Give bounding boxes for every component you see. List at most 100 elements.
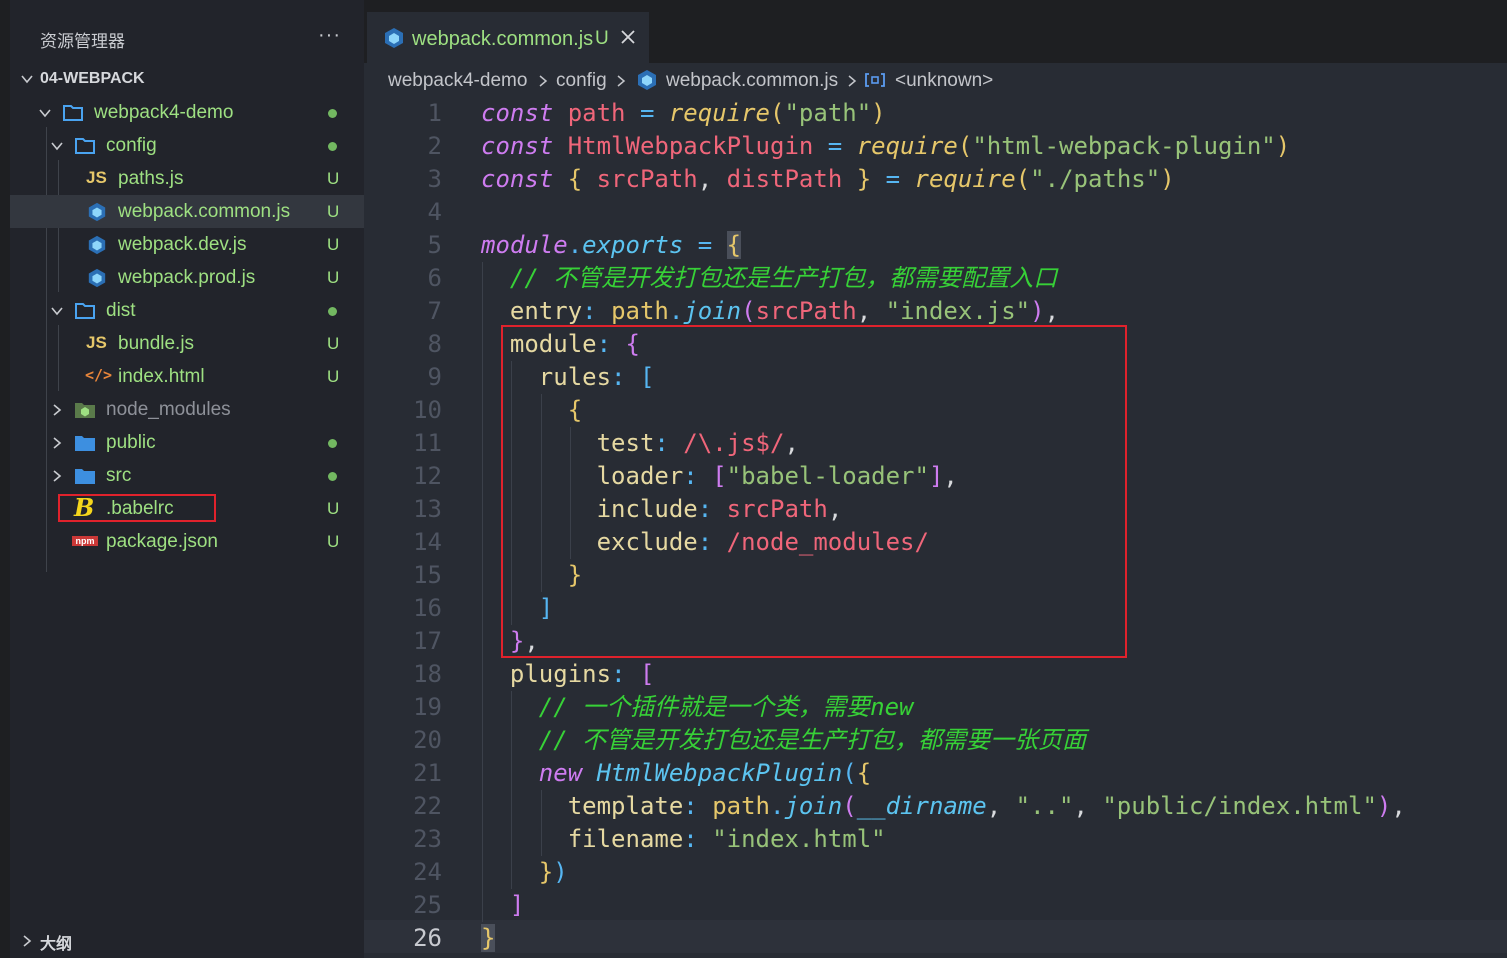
git-status-untracked: U xyxy=(327,499,340,518)
tree-item-label: public xyxy=(106,432,156,453)
tree-item-webpack-prod-js[interactable]: webpack.prod.js U xyxy=(10,261,364,294)
code-line: // 不管是开发打包还是生产打包，都需要配置入口 xyxy=(481,262,1057,295)
token-paren: ) xyxy=(553,858,568,886)
token-string: ".." xyxy=(1015,792,1074,820)
chevron-right-icon xyxy=(539,75,548,87)
code-line: // 一个插件就是一个类，需要new xyxy=(481,691,914,724)
chevron-down-icon xyxy=(21,75,33,84)
line-number: 7 xyxy=(427,297,442,325)
token-brace: { xyxy=(567,165,583,193)
token-brace: } xyxy=(481,924,496,952)
breadcrumb-item[interactable]: webpack.common.js xyxy=(666,70,838,92)
tree-item-label: webpack.common.js xyxy=(118,201,291,222)
tree-item-label: dist xyxy=(106,300,136,321)
token-key: template xyxy=(567,792,684,820)
tree-item-node-modules[interactable]: node_modules xyxy=(10,393,364,426)
tree-item-config[interactable]: config xyxy=(10,129,364,162)
token-operator: = xyxy=(639,99,655,127)
tree-item-src[interactable]: src xyxy=(10,459,364,492)
workspace-section-header[interactable]: 04-WEBPACK xyxy=(10,66,364,94)
token-paren: ( xyxy=(741,297,756,325)
code-line: template: path.join(__dirname, "..", "pu… xyxy=(481,790,1406,823)
token-string: "index.html" xyxy=(712,825,886,853)
token-dot: . xyxy=(567,231,583,259)
tree-item-webpack-dev-js[interactable]: webpack.dev.js U xyxy=(10,228,364,261)
code-line: new HtmlWebpackPlugin({ xyxy=(481,757,871,790)
git-status-untracked: U xyxy=(327,367,340,386)
modified-dot xyxy=(328,439,337,448)
tree-item-label: webpack.dev.js xyxy=(118,234,247,255)
line-number: 23 xyxy=(413,825,442,853)
tree-item-label: webpack4-demo xyxy=(94,102,234,123)
tree-item-webpack4-demo[interactable]: webpack4-demo xyxy=(10,96,364,129)
chevron-right-icon xyxy=(23,935,32,947)
tree-item-label: index.html xyxy=(118,366,205,387)
chevron-down-icon xyxy=(39,109,51,118)
breadcrumb-item[interactable]: webpack4-demo xyxy=(388,70,527,92)
token-brace: { xyxy=(726,231,742,259)
more-actions-button[interactable]: ··· xyxy=(318,24,341,47)
tree-item-paths-js[interactable]: JS paths.js U xyxy=(10,162,364,195)
chevron-right-icon xyxy=(53,470,62,482)
html-file-icon: </> xyxy=(85,366,113,384)
tree-item-bundle-js[interactable]: JS bundle.js U xyxy=(10,327,364,360)
workspace-name: 04-WEBPACK xyxy=(40,70,145,87)
token-comment: // 不管是开发打包还是生产打包，都需要一张页面 xyxy=(538,726,1087,754)
breadcrumb-item[interactable]: config xyxy=(556,70,607,92)
tree-item-dist[interactable]: dist xyxy=(10,294,364,327)
token-key: plugins xyxy=(509,660,612,688)
git-status-untracked: U xyxy=(327,169,340,188)
token-bracket: ] xyxy=(509,891,525,919)
webpack-file-icon xyxy=(88,202,106,222)
code-line: ] xyxy=(481,889,524,922)
line-number: 16 xyxy=(413,594,442,622)
token-variable: HtmlWebpackPlugin xyxy=(567,132,814,160)
line-number: 2 xyxy=(427,132,442,160)
git-status-untracked: U xyxy=(327,268,340,287)
outline-section-header[interactable]: 大纲 xyxy=(10,922,364,958)
tree-item-label: bundle.js xyxy=(118,333,195,354)
tree-item-label: config xyxy=(106,135,157,156)
token-comment: // 不管是开发打包还是生产打包，都需要配置入口 xyxy=(509,264,1058,292)
line-number: 19 xyxy=(413,693,442,721)
token-comment: // 一个插件就是一个类，需要new xyxy=(538,693,914,721)
token-brace: } xyxy=(856,165,872,193)
tree-item-index-html[interactable]: </> index.html U xyxy=(10,360,364,393)
highlight-box xyxy=(501,325,1127,658)
folder-open-icon xyxy=(63,105,83,121)
explorer-title: 资源管理器 xyxy=(40,32,125,51)
token-key: filename xyxy=(567,825,684,853)
line-number: 4 xyxy=(427,198,442,226)
tree-item-label: paths.js xyxy=(118,168,184,189)
token-keyword: const xyxy=(481,165,554,193)
tree-item-webpack-common-js[interactable]: webpack.common.js U xyxy=(10,195,364,228)
line-number: 24 xyxy=(413,858,442,886)
token-comma: , xyxy=(1391,792,1406,820)
token-operator: = xyxy=(885,165,901,193)
breadcrumb: webpack4-demo config webpack.common.js <… xyxy=(364,63,1507,97)
line-number: 5 xyxy=(427,231,442,259)
code-line: module.exports = { xyxy=(481,229,742,262)
tree-item-package-json[interactable]: npm package.json U xyxy=(10,525,364,558)
token-key: entry xyxy=(509,297,583,325)
git-status-untracked: U xyxy=(327,334,340,353)
chevron-down-icon xyxy=(51,307,63,316)
token-paren: ( xyxy=(842,759,857,787)
line-number: 6 xyxy=(427,264,442,292)
tab-webpack-common-js[interactable]: webpack.common.js U xyxy=(367,12,649,63)
line-number: 18 xyxy=(413,660,442,688)
token-keyword: const xyxy=(481,132,554,160)
token-operator: = xyxy=(827,132,843,160)
breadcrumb-item[interactable]: <unknown> xyxy=(895,70,993,92)
tree-item-public[interactable]: public xyxy=(10,426,364,459)
code-line: const { srcPath, distPath } = require(".… xyxy=(481,163,1175,196)
webpack-file-icon xyxy=(88,268,106,288)
editor-tab-bar: webpack.common.js U xyxy=(364,0,1507,63)
close-icon[interactable] xyxy=(620,29,636,45)
git-status-untracked: U xyxy=(327,202,340,221)
chevron-right-icon xyxy=(617,75,626,87)
token-string: "html-webpack-plugin" xyxy=(972,132,1276,160)
token-paren: ) xyxy=(1376,792,1392,820)
npm-icon: npm xyxy=(72,536,98,546)
token-variable: srcPath xyxy=(755,297,857,325)
